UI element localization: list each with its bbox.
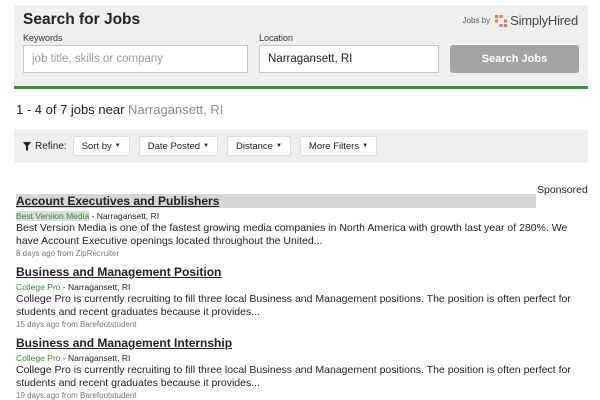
caret-down-icon: ▼	[114, 143, 121, 149]
search-title: Search for Jobs	[23, 11, 141, 28]
keywords-input[interactable]	[23, 45, 248, 73]
job-listing: Business and Management Position College…	[16, 263, 588, 329]
filter-label: More Filters	[308, 140, 360, 152]
job-company[interactable]: Best Version Media	[16, 211, 90, 221]
caret-down-icon: ▼	[362, 143, 369, 149]
job-company[interactable]: College Pro	[16, 282, 60, 292]
search-panel: Search for Jobs Jobs by SimplyHired Keyw…	[14, 5, 588, 89]
search-jobs-button[interactable]: Search Jobs	[450, 45, 579, 73]
results-location: Narragansett, RI	[128, 102, 224, 117]
location-label: Location	[259, 33, 294, 43]
job-company[interactable]: College Pro	[16, 353, 60, 363]
results-count: 1 - 4 of 7 jobs near	[16, 102, 129, 117]
filter-label: Distance	[236, 140, 273, 152]
job-location: - Narragansett, RI	[60, 282, 131, 292]
simplyhired-logo-icon	[495, 14, 508, 27]
job-description: College Pro is currently recruiting to f…	[16, 293, 571, 318]
location-input[interactable]	[259, 45, 439, 73]
filter-more-filters[interactable]: More Filters ▼	[299, 136, 378, 156]
job-meta: Best Version Media - Narragansett, RI	[16, 211, 588, 221]
results-summary: 1 - 4 of 7 jobs near Narragansett, RI	[16, 102, 223, 117]
filter-date-posted[interactable]: Date Posted ▼	[138, 136, 218, 156]
simplyhired-logo[interactable]: SimplyHired	[494, 13, 578, 28]
job-listing: Business and Management Internship Colle…	[16, 334, 588, 400]
jobs-by-label: Jobs by	[462, 16, 491, 25]
job-meta: College Pro - Narragansett, RI	[16, 353, 588, 363]
refine-label: Refine:	[35, 140, 67, 152]
job-location: - Narragansett, RI	[89, 211, 160, 221]
job-title-link[interactable]: Business and Management Internship	[16, 336, 232, 350]
filter-distance[interactable]: Distance ▼	[227, 136, 291, 156]
filter-label: Date Posted	[147, 140, 201, 152]
job-title-link[interactable]: Business and Management Position	[16, 265, 221, 279]
filter-sort-by[interactable]: Sort by ▼	[72, 136, 130, 156]
job-age: 8 days ago from ZipRecruiter	[16, 249, 120, 258]
filter-label: Sort by	[81, 140, 112, 152]
jobs-by-attribution[interactable]: Jobs by SimplyHired	[462, 13, 579, 28]
caret-down-icon: ▼	[275, 143, 282, 149]
job-age: 19 days ago from Barefootstudent	[16, 391, 137, 400]
refine-label-wrap: Refine:	[23, 141, 67, 152]
job-age: 15 days ago from Barefootstudent	[16, 320, 137, 329]
refine-bar: Refine: Sort by ▼ Date Posted ▼ Distance ▼ …	[14, 129, 588, 163]
job-description: College Pro is currently recruiting to f…	[16, 364, 571, 389]
brand-name: SimplyHired	[510, 13, 578, 28]
job-listing: Account Executives and Publishers Best V…	[16, 192, 588, 258]
job-description: Best Version Media is one of the fastest…	[16, 222, 568, 247]
job-title-link[interactable]: Account Executives and Publishers	[16, 194, 536, 208]
keywords-label: Keywords	[23, 33, 63, 43]
funnel-icon	[23, 141, 31, 151]
job-location: - Narragansett, RI	[60, 353, 131, 363]
caret-down-icon: ▼	[203, 143, 209, 149]
job-meta: College Pro - Narragansett, RI	[16, 282, 588, 292]
